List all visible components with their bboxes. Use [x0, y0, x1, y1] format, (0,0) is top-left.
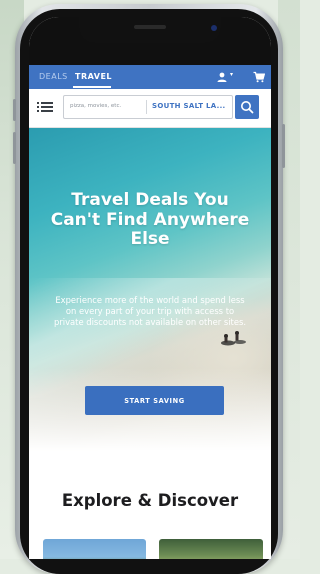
search-bar: pizza, movies, etc. SOUTH SALT LA... [29, 89, 271, 128]
phone-side-button [13, 99, 16, 121]
active-tab-indicator [73, 86, 111, 88]
phone-screen: DEALS TRAVEL ▾ pizza, movies, etc. SOUTH… [29, 17, 271, 559]
search-input[interactable]: pizza, movies, etc. SOUTH SALT LA... [63, 95, 233, 119]
hero-subtitle: Experience more of the world and spend l… [54, 295, 246, 327]
search-placeholder: pizza, movies, etc. [70, 103, 122, 109]
search-button[interactable] [235, 95, 259, 119]
hero-title: Travel Deals You Can't Find Anywhere Els… [50, 190, 250, 249]
tab-deals[interactable]: DEALS [39, 72, 68, 81]
camera-icon [211, 25, 217, 31]
tab-travel[interactable]: TRAVEL [75, 72, 112, 81]
destination-card[interactable] [43, 539, 146, 559]
cart-icon[interactable] [253, 71, 265, 83]
phone-notch [79, 17, 221, 43]
start-saving-button[interactable]: START SAVING [85, 386, 224, 415]
top-nav: DEALS TRAVEL ▾ [29, 65, 271, 89]
explore-title: Explore & Discover [61, 491, 239, 510]
hero-banner: Travel Deals You Can't Find Anywhere Els… [29, 128, 271, 451]
phone-side-button [13, 132, 16, 164]
search-icon [241, 101, 254, 114]
phone-side-button [282, 124, 285, 168]
destination-card[interactable] [159, 539, 263, 559]
chevron-down-icon[interactable]: ▾ [230, 71, 233, 78]
user-icon[interactable] [216, 71, 228, 83]
location-field[interactable]: SOUTH SALT LA... [152, 102, 226, 110]
speaker-grille [134, 25, 166, 29]
menu-icon[interactable] [37, 100, 53, 114]
beach-people-image [221, 331, 246, 346]
search-divider [146, 100, 147, 114]
